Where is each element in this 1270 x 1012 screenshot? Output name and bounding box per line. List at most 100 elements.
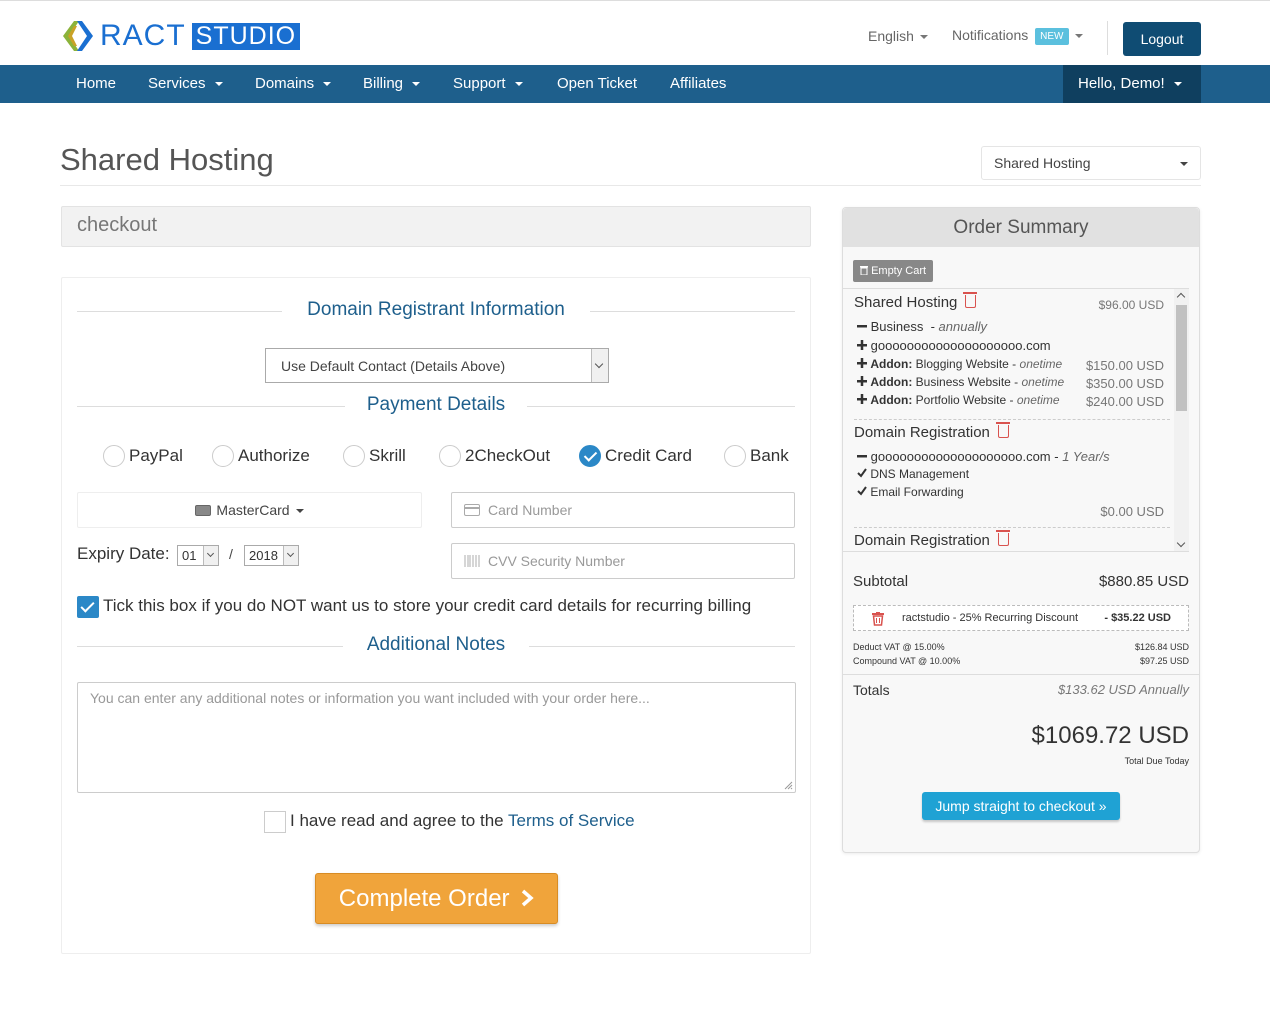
radio-circle [212,445,234,467]
chevron-down-icon [295,509,304,514]
trash-icon[interactable] [963,292,978,308]
feature-row: Email Forwarding [857,485,964,499]
breadcrumb-label: checkout [77,214,158,236]
chevron-down-icon [1180,162,1188,166]
notes-placeholder: You can enter any additional notes or in… [90,690,650,706]
scrollbar-thumb[interactable] [1176,305,1187,411]
expiry-month-value: 01 [182,548,197,563]
cart-item-hosting: Shared Hosting $96.00 USD Business - ann… [854,292,1170,414]
title-divider [60,185,1201,186]
logout-button[interactable]: Logout [1123,22,1201,56]
cart-addon-row: Addon: Portfolio Website - onetime [857,393,1060,407]
recurring-total: $133.62 USD Annually [1057,682,1189,697]
addon-name: Business Website [915,375,1011,389]
notifications-dropdown[interactable]: Notifications NEW [952,27,1083,45]
chevron-down-icon [514,82,523,87]
payment-option-skrill[interactable]: Skrill [343,444,406,468]
complete-order-button[interactable]: Complete Order [315,873,558,924]
cart-items-list[interactable]: Shared Hosting $96.00 USD Business - ann… [843,288,1189,552]
brand-logo[interactable]: RACT STUDIO [60,19,301,52]
vat-label: Compound VAT @ 10.00% [853,656,961,666]
cart-item-price: $96.00 USD [1098,298,1164,312]
main-navbar: Home Services Domains Billing Support Op… [0,65,1270,103]
registration-domain-row: goooooooooooooooooooo.com - 1 Year/s [857,449,1110,464]
trash-icon[interactable] [872,612,884,626]
card-number-placeholder: Card Number [488,502,573,518]
card-type-value: MasterCard [216,502,290,518]
nav-domains[interactable]: Domains [255,65,332,103]
additional-notes-textarea[interactable]: You can enter any additional notes or in… [77,682,796,793]
promo-discount-row: ractstudio - 25% Recurring Discount - $3… [853,605,1189,631]
jump-to-checkout-button[interactable]: Jump straight to checkout » [922,792,1120,820]
cart-addon-row: Addon: Business Website - onetime [857,375,1064,389]
payment-option-2checkout[interactable]: 2CheckOut [439,444,550,468]
registration-period: 1 Year/s [1062,449,1110,464]
expiry-year-select[interactable]: 2018 [244,545,299,566]
language-dropdown[interactable]: English [868,28,928,44]
heading-rule [527,406,795,407]
nav-open-ticket[interactable]: Open Ticket [557,65,637,103]
payment-option-bank[interactable]: Bank [724,444,789,468]
resize-handle-icon[interactable] [784,781,793,790]
domain-registrant-title: Domain Registrant Information [293,299,579,320]
logo-mark-icon [60,20,96,52]
addon-label: Addon: [870,357,913,371]
notes-heading: Additional Notes [77,634,795,658]
chevron-down-icon [323,82,332,87]
cart-item-domain-registration: Domain Registration [854,530,1170,551]
cart-item-title: Domain Registration [854,530,1170,549]
payment-option-credit-card[interactable]: Credit Card [579,444,692,468]
nav-home[interactable]: Home [76,65,116,103]
payment-title: Payment Details [352,394,520,415]
tos-label: I have read and agree to the Terms of Se… [290,811,635,831]
user-menu[interactable]: Hello, Demo! [1063,65,1201,103]
minus-icon [857,455,867,458]
nav-billing-label: Billing [363,75,404,92]
chevron-down-icon [1173,82,1182,87]
payment-option-label: Authorize [238,446,310,465]
chevron-down-icon [919,35,928,40]
nav-billing[interactable]: Billing [363,65,421,103]
plus-icon [857,394,867,404]
nav-support[interactable]: Support [453,65,523,103]
scroll-up-icon[interactable] [1176,292,1186,302]
card-number-input[interactable]: Card Number [451,492,795,528]
payment-option-paypal[interactable]: PayPal [103,444,183,468]
empty-cart-button[interactable]: Empty Cart [853,260,934,282]
addon-name: Portfolio Website [915,393,1007,407]
nav-domains-label: Domains [255,75,315,92]
cart-item-domain: goooooooooooooooooooo.com [857,338,1051,353]
card-type-dropdown[interactable]: MasterCard [77,492,422,528]
tos-link[interactable]: Terms of Service [508,811,635,830]
trash-icon[interactable] [995,530,1010,546]
plus-icon [857,358,867,368]
tos-checkbox[interactable] [264,811,286,833]
addon-cycle: onetime [1021,375,1065,389]
tos-prefix: I have read and agree to the [290,811,509,830]
brand-name: RACT [100,19,186,52]
vat-value: $126.84 USD [1134,642,1189,652]
payment-heading: Payment Details [77,394,795,418]
totals-divider [843,674,1199,675]
payment-option-label: Bank [750,446,789,465]
payment-option-authorize[interactable]: Authorize [212,444,310,468]
total-due-amount: $1069.72 USD [1031,722,1189,749]
checkout-panel: Domain Registrant Information Use Defaul… [61,277,811,954]
contact-select[interactable]: Use Default Contact (Details Above) [265,348,609,383]
trash-icon [860,266,868,276]
vat-label: Deduct VAT @ 15.00% [853,642,945,652]
nav-services[interactable]: Services [148,65,223,103]
cvv-input[interactable]: CVV Security Number [451,543,795,579]
trash-icon[interactable] [995,422,1010,438]
expiry-year-value: 2018 [249,548,278,563]
expiry-month-select[interactable]: 01 [177,545,219,566]
nav-affiliates[interactable]: Affiliates [670,65,726,103]
addon-price: $350.00 USD [1085,376,1164,391]
notifications-label: Notifications [952,27,1029,43]
scroll-down-icon[interactable] [1176,538,1186,548]
category-select[interactable]: Shared Hosting [981,146,1201,180]
registration-domain: goooooooooooooooooooo.com [870,449,1051,464]
discount-value: - $35.22 USD [1104,612,1171,624]
cart-scrollbar[interactable] [1174,289,1189,551]
no-store-card-checkbox[interactable] [77,596,99,618]
